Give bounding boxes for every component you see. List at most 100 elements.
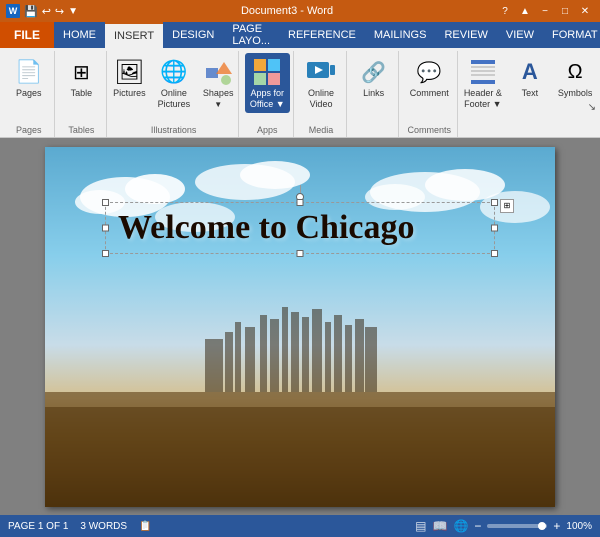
- ribbon-toggle-button[interactable]: ▲: [516, 4, 534, 18]
- media-group-label: Media: [309, 125, 334, 137]
- title-bar: W 💾 ↩ ↪ ▼ Document3 - Word ? ▲ − □ ✕: [0, 0, 600, 22]
- ribbon-expand-arrow[interactable]: ↘: [588, 102, 596, 113]
- ribbon-group-illustrations: 🖼 Pictures 🌐 OnlinePictures Shapes▼ Illu…: [109, 51, 239, 137]
- shapes-button[interactable]: Shapes▼: [197, 53, 239, 113]
- symbols-icon: Ω: [559, 56, 591, 88]
- tab-view[interactable]: VIEW: [497, 22, 543, 48]
- text-label: Text: [522, 88, 539, 99]
- zoom-percent[interactable]: 100%: [566, 521, 592, 532]
- ribbon-group-media: OnlineVideo Media: [296, 51, 347, 137]
- rotate-handle[interactable]: [296, 185, 304, 201]
- pictures-button[interactable]: 🖼 Pictures: [108, 53, 151, 102]
- restore-button[interactable]: □: [556, 4, 574, 18]
- tab-design[interactable]: DESIGN: [163, 22, 223, 48]
- title-bar-left: W 💾 ↩ ↪ ▼: [6, 4, 78, 18]
- comment-label: Comment: [410, 88, 449, 99]
- ribbon: 📄 Pages Pages ⊞ Table Tables 🖼 Pictures …: [0, 48, 600, 138]
- online-video-button[interactable]: OnlineVideo: [300, 53, 342, 113]
- help-button[interactable]: ?: [496, 4, 514, 18]
- shapes-icon: [202, 56, 234, 88]
- rotate-circle[interactable]: [296, 193, 304, 201]
- text-button[interactable]: A Text: [509, 53, 551, 102]
- apps-group-label: Apps: [257, 125, 278, 137]
- table-icon: ⊞: [65, 56, 97, 88]
- comments-group-label: Comments: [407, 125, 451, 137]
- online-video-icon: [305, 56, 337, 88]
- links-button[interactable]: 🔗 Links: [353, 53, 395, 102]
- menu-bar: FILE HOME INSERT DESIGN PAGE LAYO... REF…: [0, 22, 600, 48]
- zoom-thumb[interactable]: [538, 522, 546, 530]
- comment-icon: 💬: [413, 56, 445, 88]
- title-bar-controls: ? ▲ − □ ✕: [496, 4, 594, 18]
- document-area: ⊞ Welcome to Chicago: [0, 138, 600, 515]
- read-mode-view-button[interactable]: 📖: [432, 519, 447, 533]
- online-pictures-button[interactable]: 🌐 OnlinePictures: [153, 53, 196, 113]
- redo-icon[interactable]: ↪: [55, 5, 64, 18]
- symbols-label: Symbols: [558, 88, 593, 99]
- ribbon-group-tables: ⊞ Table Tables: [57, 51, 108, 137]
- links-icon: 🔗: [358, 56, 390, 88]
- apps-for-office-button[interactable]: Apps forOffice ▼: [245, 53, 290, 113]
- tab-mailings[interactable]: MAILINGS: [365, 22, 436, 48]
- pages-button[interactable]: 📄 Pages: [8, 53, 50, 102]
- text-box-selection[interactable]: ⊞ Welcome to Chicago: [105, 202, 495, 254]
- minimize-button[interactable]: −: [536, 4, 554, 18]
- ribbon-items-media: OnlineVideo: [300, 53, 342, 125]
- rotate-line: [300, 185, 301, 193]
- status-bar: PAGE 1 OF 1 3 WORDS 📋 ▤ 📖 🌐 − + 100%: [0, 515, 600, 537]
- tab-review[interactable]: REVIEW: [435, 22, 496, 48]
- apps-for-office-label: Apps forOffice ▼: [250, 88, 285, 110]
- document-page[interactable]: ⊞ Welcome to Chicago: [45, 147, 555, 507]
- status-right: ▤ 📖 🌐 − + 100%: [415, 519, 592, 533]
- close-button[interactable]: ✕: [576, 4, 594, 18]
- ribbon-group-links: 🔗 Links: [349, 51, 400, 137]
- header-footer-button[interactable]: Header &Footer ▼: [459, 53, 507, 113]
- customize-icon[interactable]: ▼: [68, 6, 78, 17]
- ribbon-items-comments: 💬 Comment: [405, 53, 454, 125]
- web-layout-view-button[interactable]: 🌐: [453, 519, 468, 533]
- sky-svg: [45, 147, 555, 507]
- tab-home[interactable]: HOME: [54, 22, 105, 48]
- undo-icon[interactable]: ↩: [42, 5, 51, 18]
- zoom-out-button[interactable]: −: [474, 519, 481, 533]
- table-label: Table: [71, 88, 93, 99]
- online-pictures-label: OnlinePictures: [158, 88, 191, 110]
- tab-references[interactable]: REFERENCE: [279, 22, 365, 48]
- pages-group-label: Pages: [16, 125, 42, 137]
- print-layout-view-button[interactable]: ▤: [415, 519, 426, 533]
- illustrations-group-label: Illustrations: [151, 125, 197, 137]
- ribbon-group-text: Header &Footer ▼ A Text Ω Symbols: [460, 51, 596, 137]
- ribbon-items-pages: 📄 Pages: [8, 53, 50, 125]
- apps-for-office-icon: [251, 56, 283, 88]
- save-icon[interactable]: 💾: [24, 5, 38, 18]
- tab-file[interactable]: FILE: [0, 22, 54, 48]
- tables-group-label: Tables: [68, 125, 94, 137]
- comment-button[interactable]: 💬 Comment: [405, 53, 454, 102]
- ribbon-items-text: Header &Footer ▼ A Text Ω Symbols: [459, 53, 598, 135]
- tab-format[interactable]: FORMAT: [543, 22, 600, 48]
- text-icon: A: [514, 56, 546, 88]
- symbols-button[interactable]: Ω Symbols: [553, 53, 598, 102]
- ribbon-group-comments: 💬 Comment Comments: [401, 51, 458, 137]
- text-box-container[interactable]: ⊞ Welcome to Chicago: [105, 202, 495, 254]
- pages-label: Pages: [16, 88, 42, 99]
- title-bar-title: Document3 - Word: [241, 5, 333, 17]
- ribbon-items-links: 🔗 Links: [353, 53, 395, 135]
- table-button[interactable]: ⊞ Table: [60, 53, 102, 102]
- zoom-slider[interactable]: [487, 524, 547, 528]
- tab-pagelayout[interactable]: PAGE LAYO...: [223, 22, 279, 48]
- zoom-in-button[interactable]: +: [553, 519, 560, 533]
- shapes-label: Shapes▼: [203, 88, 234, 110]
- pictures-icon: 🖼: [113, 56, 145, 88]
- tab-insert[interactable]: INSERT: [105, 22, 163, 48]
- welcome-text[interactable]: Welcome to Chicago: [110, 207, 490, 249]
- header-footer-icon: [467, 56, 499, 88]
- ribbon-items-apps: Apps forOffice ▼: [245, 53, 290, 125]
- layout-options-icon[interactable]: ⊞: [500, 199, 514, 213]
- online-pictures-icon: 🌐: [158, 56, 190, 88]
- header-footer-label: Header &Footer ▼: [464, 88, 502, 110]
- ribbon-group-apps: Apps forOffice ▼ Apps: [241, 51, 294, 137]
- track-changes-icon[interactable]: 📋: [139, 521, 151, 532]
- pages-icon: 📄: [13, 56, 45, 88]
- word-count: 3 WORDS: [80, 521, 127, 532]
